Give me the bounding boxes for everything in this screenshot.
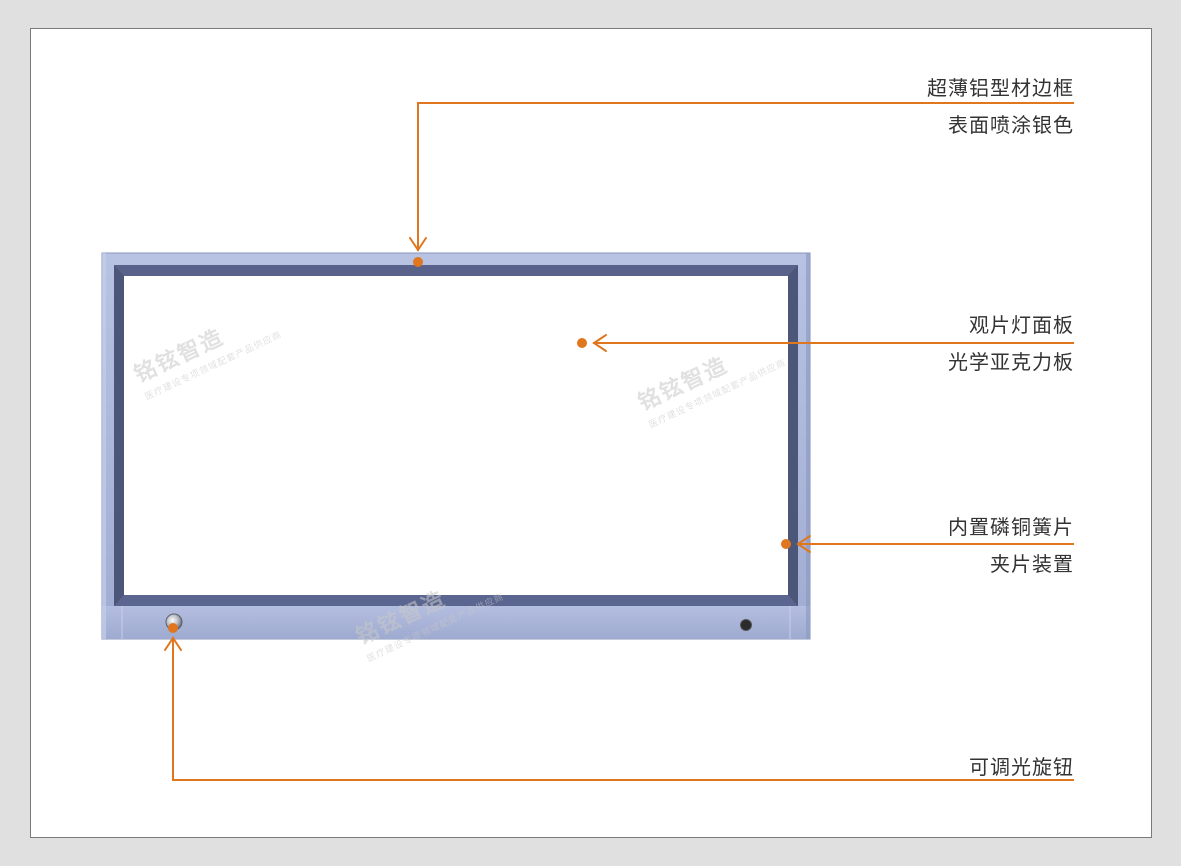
frame-callout-line-1: 超薄铝型材边框 (927, 76, 1074, 100)
panel-callout-line-1: 观片灯面板 (969, 313, 1074, 337)
knob-callout-line-1: 可调光旋钮 (969, 755, 1074, 779)
power-switch[interactable] (740, 619, 752, 631)
frame-callout-line-2: 表面喷涂银色 (948, 113, 1074, 137)
panel-callout-dot (577, 338, 587, 348)
frame-callout-dot (413, 257, 423, 267)
clip-callout-line-2: 夹片装置 (990, 552, 1074, 576)
clip-callout-line-1: 内置磷铜簧片 (948, 515, 1074, 539)
panel-callout-line-2: 光学亚克力板 (948, 350, 1074, 374)
knob-callout-dot (168, 623, 178, 633)
knob-leader-line (172, 637, 1074, 781)
left-frame-edge (102, 253, 106, 639)
right-frame-edge (806, 253, 810, 639)
clip-callout-dot (781, 539, 791, 549)
top-bevel (114, 265, 798, 276)
